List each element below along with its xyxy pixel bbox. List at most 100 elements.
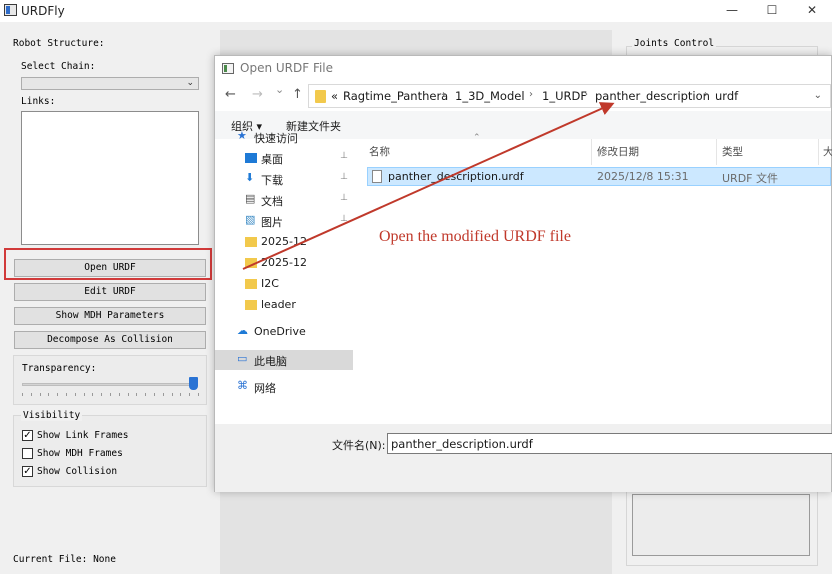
slider-tick xyxy=(22,393,23,396)
nav-item[interactable]: 2025-12 xyxy=(215,232,353,252)
edit-urdf-button[interactable]: Edit URDF xyxy=(14,283,206,301)
current-file-label: Current File: None xyxy=(13,554,116,565)
sort-indicator-icon: ⌃ xyxy=(473,133,481,143)
folder-icon xyxy=(245,258,257,268)
folder-icon xyxy=(245,279,257,289)
minimize-button[interactable]: — xyxy=(712,0,752,22)
app-icon xyxy=(4,4,17,16)
nav-item[interactable]: ▧ 图片 ⊥ xyxy=(215,211,353,231)
joints-control-label: Joints Control xyxy=(632,38,717,49)
transparency-label: Transparency: xyxy=(22,363,97,374)
checkbox-label[interactable]: Show MDH Frames xyxy=(37,448,123,459)
breadcrumb-item-current[interactable]: urdf xyxy=(715,89,738,103)
nav-item[interactable]: ★ 快速访问 xyxy=(215,127,353,147)
slider-tick xyxy=(145,393,147,396)
nav-item-label: 桌面 xyxy=(261,153,283,166)
nav-item[interactable]: ☁ OneDrive xyxy=(215,322,353,342)
slider-tick xyxy=(118,393,120,396)
pin-icon: ⊥ xyxy=(340,151,348,161)
slider-tick xyxy=(110,393,111,396)
breadcrumb-item[interactable]: Ragtime_Panthera xyxy=(343,89,448,103)
slider-ticks xyxy=(22,393,199,396)
nav-item[interactable]: ⌘ 网络 xyxy=(215,377,353,397)
folder-icon xyxy=(315,90,326,103)
nav-item-label: 文档 xyxy=(261,195,283,208)
network-icon: ⌘ xyxy=(237,379,248,392)
pin-icon: ⊥ xyxy=(340,172,348,182)
checkbox[interactable] xyxy=(22,448,33,459)
select-chain-label: Select Chain: xyxy=(21,61,96,72)
checkbox[interactable]: ✓ xyxy=(22,430,33,441)
up-arrow-icon[interactable]: ↑ xyxy=(292,87,303,102)
column-size[interactable]: 大 xyxy=(823,144,832,159)
slider-tick xyxy=(180,393,182,396)
nav-item-label: leader xyxy=(261,298,296,311)
breadcrumb-separator[interactable]: › xyxy=(442,89,446,100)
forward-arrow-icon[interactable]: → xyxy=(252,87,263,102)
dialog-title: Open URDF File xyxy=(240,61,334,75)
checkbox-label[interactable]: Show Link Frames xyxy=(37,430,129,441)
annotation-text: Open the modified URDF file xyxy=(379,228,571,245)
nav-item-label: OneDrive xyxy=(254,325,306,338)
maximize-button[interactable]: ☐ xyxy=(752,0,792,22)
breadcrumb-item[interactable]: 1_3D_Model xyxy=(455,89,525,103)
column-divider[interactable] xyxy=(716,139,717,165)
file-name: panther_description.urdf xyxy=(388,170,524,183)
slider-tick xyxy=(136,393,138,396)
nav-item[interactable]: I2C xyxy=(215,274,353,294)
column-name[interactable]: 名称 xyxy=(369,144,390,159)
breadcrumb-separator[interactable]: › xyxy=(704,89,708,100)
address-bar[interactable]: « Ragtime_Panthera › 1_3D_Model › 1_URDF… xyxy=(308,84,831,108)
dialog-footer: 文件名(N): panther_description.urdf xyxy=(215,424,832,492)
dialog-app-icon xyxy=(222,63,234,74)
file-modified: 2025/12/8 15:31 xyxy=(597,170,689,183)
nav-item[interactable]: 2025-12 xyxy=(215,253,353,273)
column-divider[interactable] xyxy=(591,139,592,165)
nav-item[interactable]: leader xyxy=(215,295,353,315)
nav-item[interactable]: 桌面 ⊥ xyxy=(215,148,353,168)
filename-label: 文件名(N): xyxy=(332,439,386,452)
nav-item-label: 图片 xyxy=(261,216,283,229)
transparency-slider-track[interactable] xyxy=(22,383,198,386)
select-chain-combo[interactable]: ⌄ xyxy=(21,77,199,90)
column-modified[interactable]: 修改日期 xyxy=(597,144,639,159)
folder-icon xyxy=(245,237,257,247)
chevron-down-icon: ⌄ xyxy=(186,78,194,88)
breadcrumb-item[interactable]: 1_URDF xyxy=(542,89,587,103)
file-icon xyxy=(372,170,382,183)
slider-tick xyxy=(39,393,41,396)
links-list[interactable] xyxy=(21,111,199,245)
transparency-slider-handle[interactable] xyxy=(189,377,198,390)
column-divider[interactable] xyxy=(818,139,819,165)
nav-item[interactable]: ▭ 此电脑 xyxy=(215,350,353,370)
address-dropdown-icon[interactable]: ⌄ xyxy=(814,90,822,101)
recent-dropdown-icon[interactable]: ⌄ xyxy=(275,83,284,96)
show-mdh-parameters-button[interactable]: Show MDH Parameters xyxy=(14,307,206,325)
checkbox[interactable]: ✓ xyxy=(22,466,33,477)
navigation-pane: ★ 快速访问 桌面 ⊥ ⬇ 下载 ⊥ ▤ 文档 ⊥ ▧ 图片 ⊥ 2025-12 2025-12 I2C lea… xyxy=(215,129,353,424)
decompose-as-collision-button[interactable]: Decompose As Collision xyxy=(14,331,206,349)
breadcrumb-separator[interactable]: › xyxy=(529,89,533,100)
close-button[interactable]: ✕ xyxy=(792,0,832,22)
open-urdf-button[interactable]: Open URDF xyxy=(14,259,206,277)
filename-input[interactable]: panther_description.urdf xyxy=(387,433,832,454)
pin-icon: ⊥ xyxy=(340,214,348,224)
nav-item-label: 下载 xyxy=(261,174,283,187)
column-type[interactable]: 类型 xyxy=(722,144,743,159)
joints-control-area[interactable] xyxy=(632,494,810,556)
open-urdf-dialog: Open URDF File ← → ⌄ ↑ « Ragtime_Panther… xyxy=(214,55,832,492)
checkbox-label[interactable]: Show Collision xyxy=(37,466,117,477)
nav-item[interactable]: ▤ 文档 ⊥ xyxy=(215,190,353,210)
breadcrumb-prefix[interactable]: « xyxy=(331,89,338,103)
breadcrumb-item[interactable]: panther_description xyxy=(595,89,710,103)
nav-item[interactable]: ⬇ 下载 ⊥ xyxy=(215,169,353,189)
app-title: URDFly xyxy=(21,4,65,18)
cloud-icon: ☁ xyxy=(237,324,248,337)
star-icon: ★ xyxy=(237,129,247,142)
back-arrow-icon[interactable]: ← xyxy=(225,87,236,102)
desktop-icon xyxy=(245,153,257,163)
slider-tick xyxy=(30,393,32,396)
file-row[interactable]: panther_description.urdf 2025/12/8 15:31… xyxy=(367,167,831,186)
nav-item-label: 此电脑 xyxy=(254,355,287,368)
breadcrumb-separator[interactable]: › xyxy=(584,89,588,100)
